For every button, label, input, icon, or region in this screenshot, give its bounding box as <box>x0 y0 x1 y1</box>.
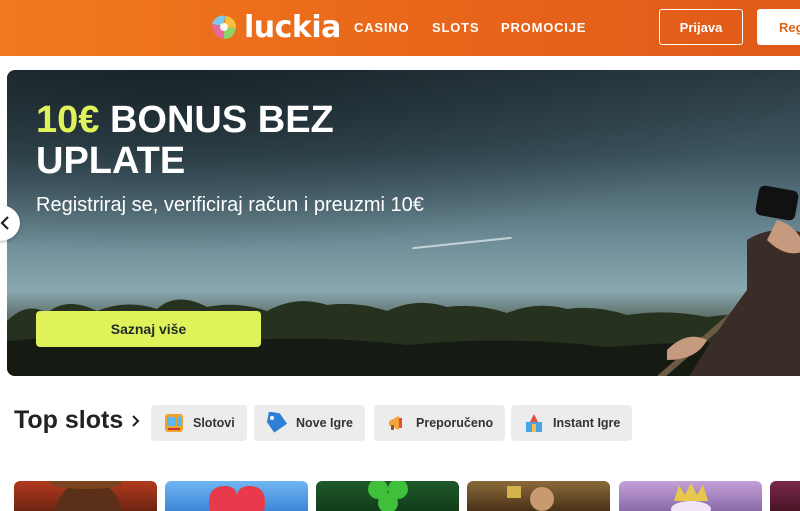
chip-label: Instant Igre <box>553 416 621 430</box>
hero-banner: 10€ BONUS BEZ UPLATE Registriraj se, ver… <box>7 70 800 376</box>
slot-thumbnail-image <box>507 486 554 511</box>
hero-subtitle: Registriraj se, verificiraj račun i preu… <box>36 194 424 216</box>
megaphone-icon <box>389 416 402 430</box>
slot-tile[interactable] <box>316 481 459 511</box>
login-button[interactable]: Prijava <box>659 9 743 45</box>
register-button[interactable]: Reg <box>757 9 800 45</box>
chip-preporuceno[interactable]: Preporučeno <box>374 405 506 441</box>
hero-title-accent: 10€ <box>36 99 100 141</box>
slot-machine-icon <box>165 414 183 432</box>
new-tag-icon <box>266 412 288 433</box>
chip-label: Preporučeno <box>416 416 494 430</box>
slot-tile[interactable] <box>14 481 157 511</box>
top-slots-title: Top slots <box>14 406 124 434</box>
hero-title-line2: UPLATE <box>36 140 186 182</box>
chip-instant-igre[interactable]: Instant Igre <box>511 405 633 441</box>
instant-game-icon <box>526 414 542 432</box>
site-header: luckia CASINO SLOTS PROMOCIJE Prijava Re… <box>0 0 800 56</box>
chip-slotovi[interactable]: Slotovi <box>151 405 247 441</box>
learn-more-button[interactable]: Saznaj više <box>36 311 261 347</box>
logo-mark-icon <box>212 15 236 39</box>
slot-thumbnail-image <box>671 483 711 511</box>
slot-thumbnail-image <box>50 481 122 511</box>
nav-casino[interactable]: CASINO <box>354 20 409 35</box>
nav-promocije[interactable]: PROMOCIJE <box>501 20 586 35</box>
top-slots-heading[interactable]: Top slots <box>14 406 141 435</box>
hero-title-line1: BONUS BEZ <box>99 99 334 141</box>
hero-person-image <box>657 185 800 376</box>
luckia-logo[interactable]: luckia <box>208 9 341 45</box>
chip-label: Nove Igre <box>296 416 353 430</box>
nav-slots[interactable]: SLOTS <box>432 20 479 35</box>
chevron-right-icon <box>132 414 140 427</box>
logo-text: luckia <box>244 9 341 45</box>
chevron-left-icon <box>0 216 9 230</box>
chip-nove-igre[interactable]: Nove Igre <box>254 405 365 441</box>
slot-tile[interactable] <box>770 481 800 511</box>
slot-thumbnail-image <box>209 486 265 511</box>
hero-title: 10€ BONUS BEZ UPLATE <box>36 100 334 182</box>
slot-tile[interactable] <box>467 481 610 511</box>
chip-label: Slotovi <box>193 416 235 430</box>
slot-tile[interactable] <box>165 481 308 511</box>
slot-thumbnail-image <box>368 481 408 511</box>
slot-tile[interactable] <box>619 481 762 511</box>
